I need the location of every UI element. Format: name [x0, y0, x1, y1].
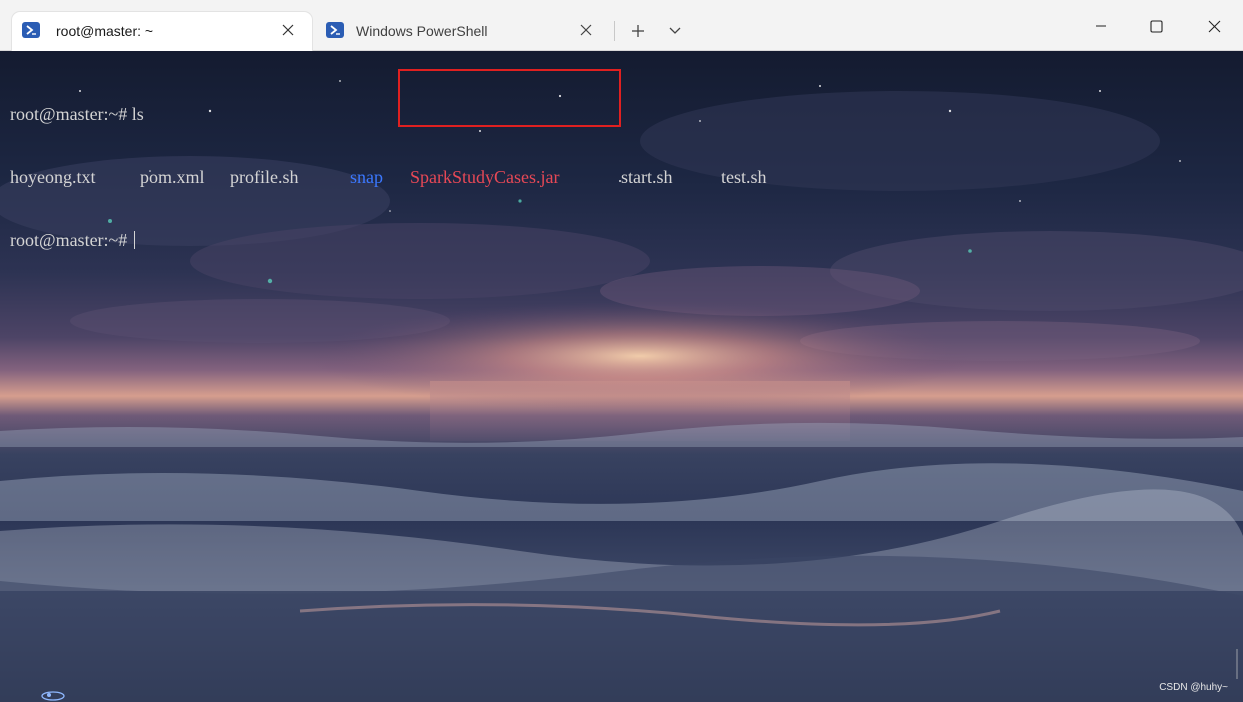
file-entry: test.sh: [721, 167, 767, 187]
shell-prompt: root@master:~#: [10, 230, 132, 250]
file-entry: profile.sh: [230, 167, 299, 187]
close-window-button[interactable]: [1198, 10, 1230, 42]
title-bar[interactable]: root@master: ~ Windows PowerShell: [0, 0, 1243, 51]
powershell-icon: [326, 22, 344, 38]
highlight-annotation: [398, 69, 621, 127]
shell-prompt: root@master:~#: [10, 104, 132, 124]
tab-divider: [614, 21, 615, 41]
chevron-down-icon: [669, 27, 681, 34]
minimize-button[interactable]: [1085, 10, 1117, 42]
background-image: [0, 80, 1243, 702]
tab-root-master[interactable]: root@master: ~: [12, 12, 312, 51]
file-entry: start.sh: [621, 167, 673, 187]
maximize-button[interactable]: [1140, 10, 1172, 42]
ls-output: hoyeong.txt pom.xml profile.sh snap Spar…: [10, 167, 767, 188]
new-tab-button[interactable]: [624, 20, 652, 42]
minimize-icon: [1096, 25, 1106, 27]
file-entry: hoyeong.txt: [10, 167, 96, 187]
tab-dropdown-button[interactable]: [661, 20, 689, 42]
close-icon: [1208, 20, 1220, 32]
maximize-icon: [1149, 19, 1163, 33]
directory-entry: snap: [350, 167, 383, 187]
plus-icon: [632, 25, 644, 37]
watermark: CSDN @huhy~: [1159, 682, 1228, 693]
jar-file-entry: SparkStudyCases.jar: [410, 167, 560, 187]
terminal-pane[interactable]: root@master:~# ls hoyeong.txt pom.xml pr…: [0, 51, 1243, 702]
tab-title: root@master: ~: [56, 23, 154, 39]
terminal-window: root@master: ~ Windows PowerShell root@m…: [0, 0, 1243, 702]
close-tab-icon[interactable]: [280, 22, 296, 38]
command-line: root@master:~#: [10, 230, 144, 251]
file-entry: pom.xml: [140, 167, 205, 187]
corner-logo-icon: [41, 691, 65, 701]
tab-windows-powershell[interactable]: Windows PowerShell: [316, 12, 608, 51]
terminal-output[interactable]: root@master:~# ls hoyeong.txt pom.xml pr…: [10, 62, 767, 293]
command-line: root@master:~# ls: [10, 104, 144, 125]
scrollbar[interactable]: [1236, 649, 1238, 679]
close-tab-icon[interactable]: [578, 22, 594, 38]
tab-title: Windows PowerShell: [356, 23, 488, 39]
command-text: ls: [131, 104, 144, 124]
powershell-icon: [22, 22, 40, 38]
text-cursor: [133, 231, 135, 249]
